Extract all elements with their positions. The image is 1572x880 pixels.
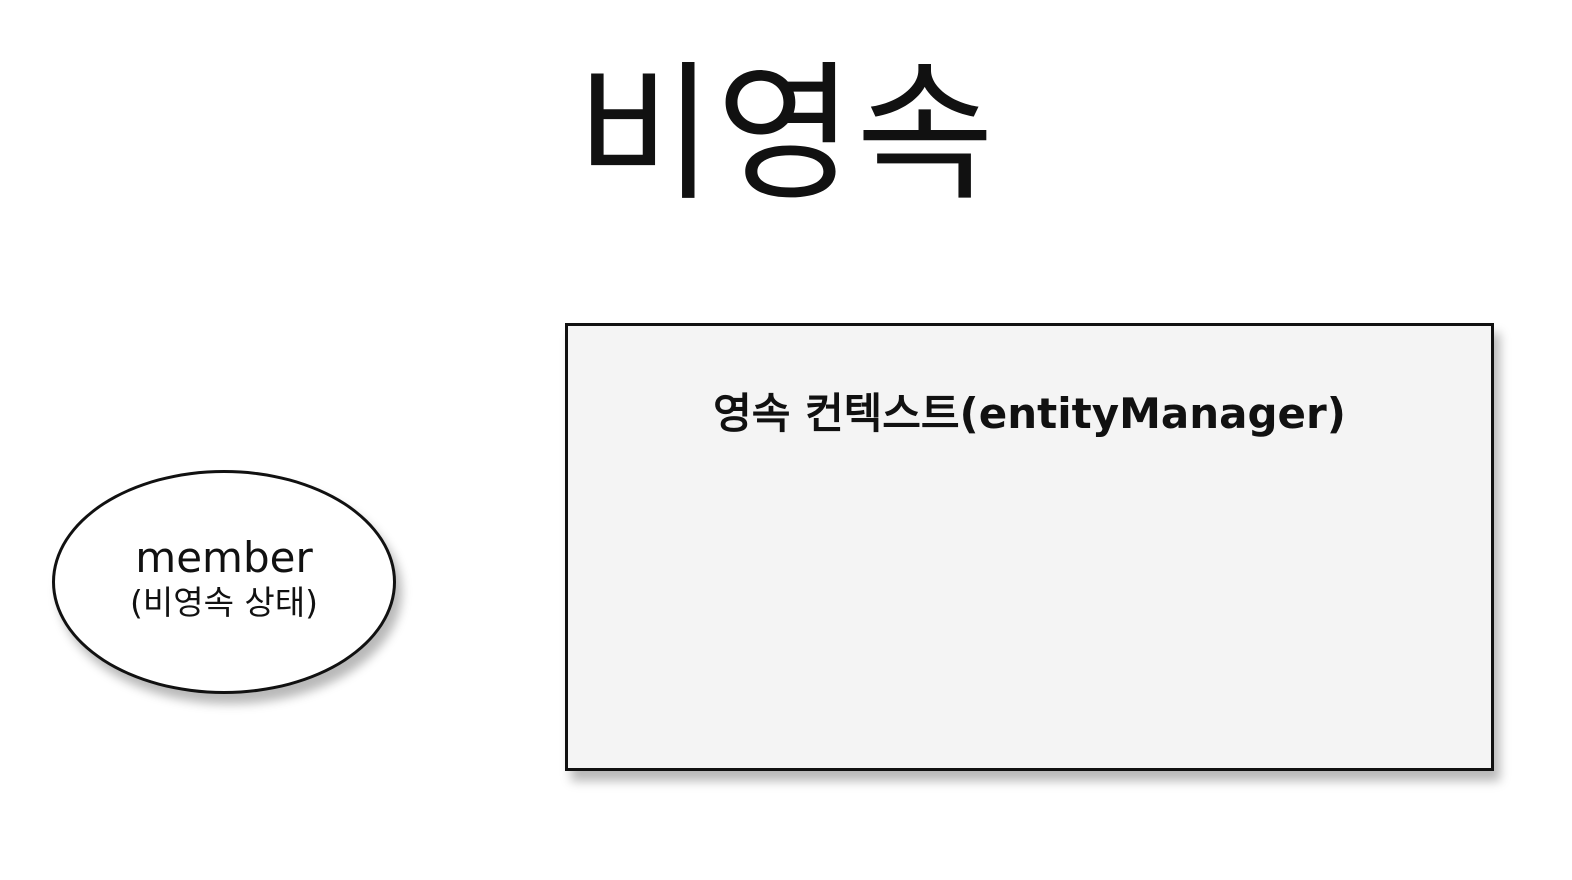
member-entity-ellipse: member (비영속 상태) [52, 470, 396, 694]
entity-state-label: (비영속 상태) [129, 583, 319, 622]
entity-name-label: member [135, 533, 313, 582]
page-title: 비영속 [575, 48, 996, 222]
persistence-context-box: 영속 컨텍스트(entityManager) [565, 323, 1494, 771]
persistence-context-label: 영속 컨텍스트(entityManager) [713, 389, 1346, 438]
